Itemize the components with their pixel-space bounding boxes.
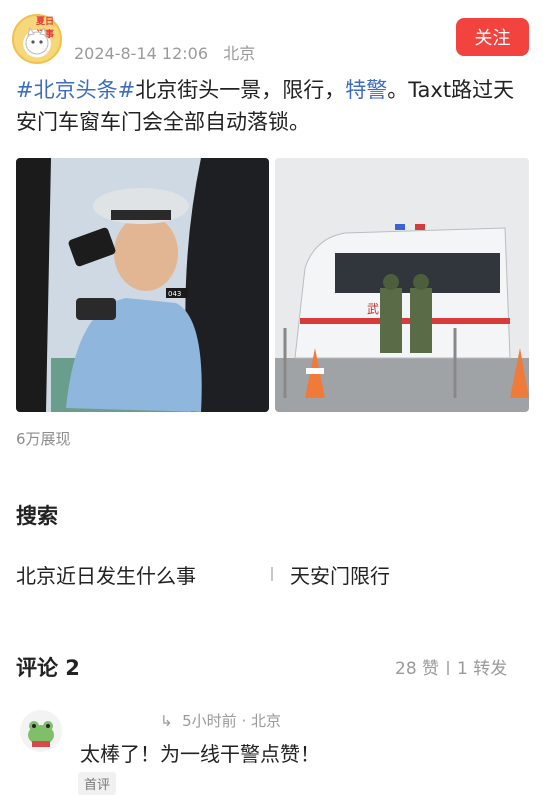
search-section-title: 搜索 — [16, 504, 58, 528]
post-date: 2024-8-14 12:06 — [74, 44, 208, 63]
frog-icon — [20, 710, 62, 752]
hashtag-link[interactable]: #北京头条# — [16, 78, 135, 102]
search-suggestion-2[interactable]: 天安门限行 — [290, 560, 390, 589]
post-image-police[interactable]: 043 — [16, 158, 269, 412]
van-label: 武 — [367, 302, 379, 316]
commenter-avatar[interactable] — [20, 710, 62, 752]
cat-icon — [25, 26, 49, 55]
comments-title: 评论 2 — [16, 656, 80, 680]
post-text-part: 北京街头一景，限行， — [135, 78, 346, 102]
post-image-van[interactable]: 武 — [275, 158, 529, 412]
comment-time: 5小时前 — [182, 712, 237, 730]
badge-number: 043 — [168, 290, 181, 298]
comment-meta: ↳ 5小时前 · 北京 — [160, 712, 282, 730]
follow-button[interactable]: 关注 — [456, 18, 529, 56]
post-text: #北京头条#北京街头一景，限行，特警。Taxt路过天安门车窗车门会全部自动落锁。 — [16, 74, 531, 138]
police-illustration: 043 — [16, 158, 269, 412]
repost-count[interactable]: 1 转发 — [457, 659, 507, 679]
reply-arrow-icon: ↳ — [160, 712, 178, 730]
post-stats: 28 赞 1 转发 — [395, 654, 507, 679]
search-divider — [271, 567, 273, 581]
stats-divider — [447, 661, 450, 675]
first-comment-badge: 首评 — [78, 772, 117, 795]
search-suggestion-1[interactable]: 北京近日发生什么事 — [16, 560, 196, 589]
special-police-link[interactable]: 特警 — [345, 78, 387, 102]
user-avatar[interactable]: 夏日记事 — [12, 14, 62, 64]
view-count: 6万展现 — [16, 430, 71, 448]
comment-text: 太棒了！为一线干警点赞！ — [80, 742, 320, 766]
post-location: 北京 — [223, 44, 256, 63]
like-count[interactable]: 28 赞 — [395, 659, 439, 679]
post-meta: 2024-8-14 12:06 北京 — [74, 40, 255, 64]
van-illustration: 武 — [275, 158, 529, 412]
comment-location: 北京 — [251, 712, 282, 730]
